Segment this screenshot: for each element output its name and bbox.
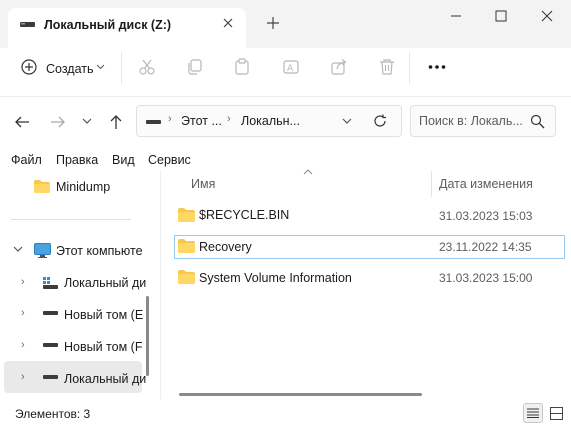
nav-item-local-disk-c[interactable]: Локальный ди [64,276,146,290]
status-item-count: Элементов: 3 [15,407,91,421]
refresh-icon[interactable] [373,114,387,128]
this-pc-icon [34,243,51,258]
rename-icon[interactable]: A [282,58,300,76]
column-header-name[interactable]: Имя [191,177,215,191]
cut-icon[interactable] [138,58,156,76]
chevron-down-icon[interactable] [13,246,23,253]
create-icon[interactable] [20,58,38,76]
folder-icon [178,239,195,253]
menu-tools[interactable]: Сервис [148,153,191,167]
nav-scrollbar-thumb[interactable] [146,296,149,376]
horizontal-scrollbar-thumb[interactable] [179,393,422,396]
recent-locations-icon[interactable] [82,118,92,125]
file-date: 23.11.2022 14:35 [439,240,532,254]
file-date: 31.03.2023 15:03 [439,209,533,223]
search-icon[interactable] [530,114,545,129]
forward-icon[interactable] [50,115,66,129]
chevron-right-icon[interactable]: › [21,371,25,383]
delete-icon[interactable] [378,58,396,76]
new-tab-icon[interactable] [266,16,280,30]
breadcrumb-separator-icon: › [168,113,172,125]
more-options-icon[interactable] [428,64,446,70]
menu-file[interactable]: Файл [11,153,42,167]
close-tab-icon[interactable] [222,17,234,29]
system-drive-icon [43,277,58,289]
close-window-icon[interactable] [540,9,554,23]
tiles-view-icon[interactable] [550,407,563,420]
chevron-right-icon[interactable]: › [21,339,25,351]
details-view-icon [527,408,539,418]
svg-text:A: A [287,64,294,74]
menu-edit[interactable]: Правка [56,153,98,167]
folder-icon [178,208,195,222]
chevron-right-icon[interactable]: › [21,307,25,319]
pane-separator[interactable] [160,170,161,399]
drive-icon [43,375,58,381]
breadcrumb-separator-icon: › [227,113,231,125]
drive-icon [146,117,161,127]
drive-icon [43,343,58,349]
toolbar-divider [409,52,410,84]
file-name[interactable]: System Volume Information [199,271,352,285]
minimize-icon[interactable] [449,9,463,23]
toolbar-separator [0,96,571,97]
tab-title: Локальный диск (Z:) [44,18,172,32]
nav-item-new-volume-f[interactable]: Новый том (F [64,340,142,354]
nav-item-local-disk-z[interactable]: Локальный ди [64,372,146,386]
chevron-right-icon[interactable]: › [21,276,25,288]
up-icon[interactable] [109,114,123,130]
folder-icon [34,180,50,193]
copy-icon[interactable] [186,58,204,76]
folder-icon [178,270,195,284]
paste-icon[interactable] [233,58,251,76]
file-name[interactable]: Recovery [199,240,252,254]
drive-icon [20,18,35,30]
address-history-icon[interactable] [342,118,352,125]
breadcrumb-local-disk[interactable]: Локальн... [241,114,300,128]
create-button[interactable]: Создать [46,62,94,76]
nav-divider [11,219,131,220]
nav-item-minidump[interactable]: Minidump [56,180,110,194]
nav-item-new-volume-e[interactable]: Новый том (E [64,308,143,322]
toolbar-divider [121,52,122,84]
drive-icon [43,311,58,317]
sort-ascending-icon [303,169,313,175]
chevron-down-icon[interactable] [96,64,105,70]
nav-item-this-pc[interactable]: Этот компьюте [56,244,143,258]
column-header-date[interactable]: Дата изменения [439,177,533,191]
file-name[interactable]: $RECYCLE.BIN [199,208,289,222]
column-divider[interactable] [431,171,432,197]
maximize-icon[interactable] [494,9,508,23]
menu-view[interactable]: Вид [112,153,135,167]
share-icon[interactable] [330,58,348,76]
search-placeholder: Поиск в: Локаль... [419,114,523,128]
breadcrumb-this-pc[interactable]: Этот ... [181,114,222,128]
back-icon[interactable] [14,115,30,129]
file-date: 31.03.2023 15:00 [439,271,533,285]
